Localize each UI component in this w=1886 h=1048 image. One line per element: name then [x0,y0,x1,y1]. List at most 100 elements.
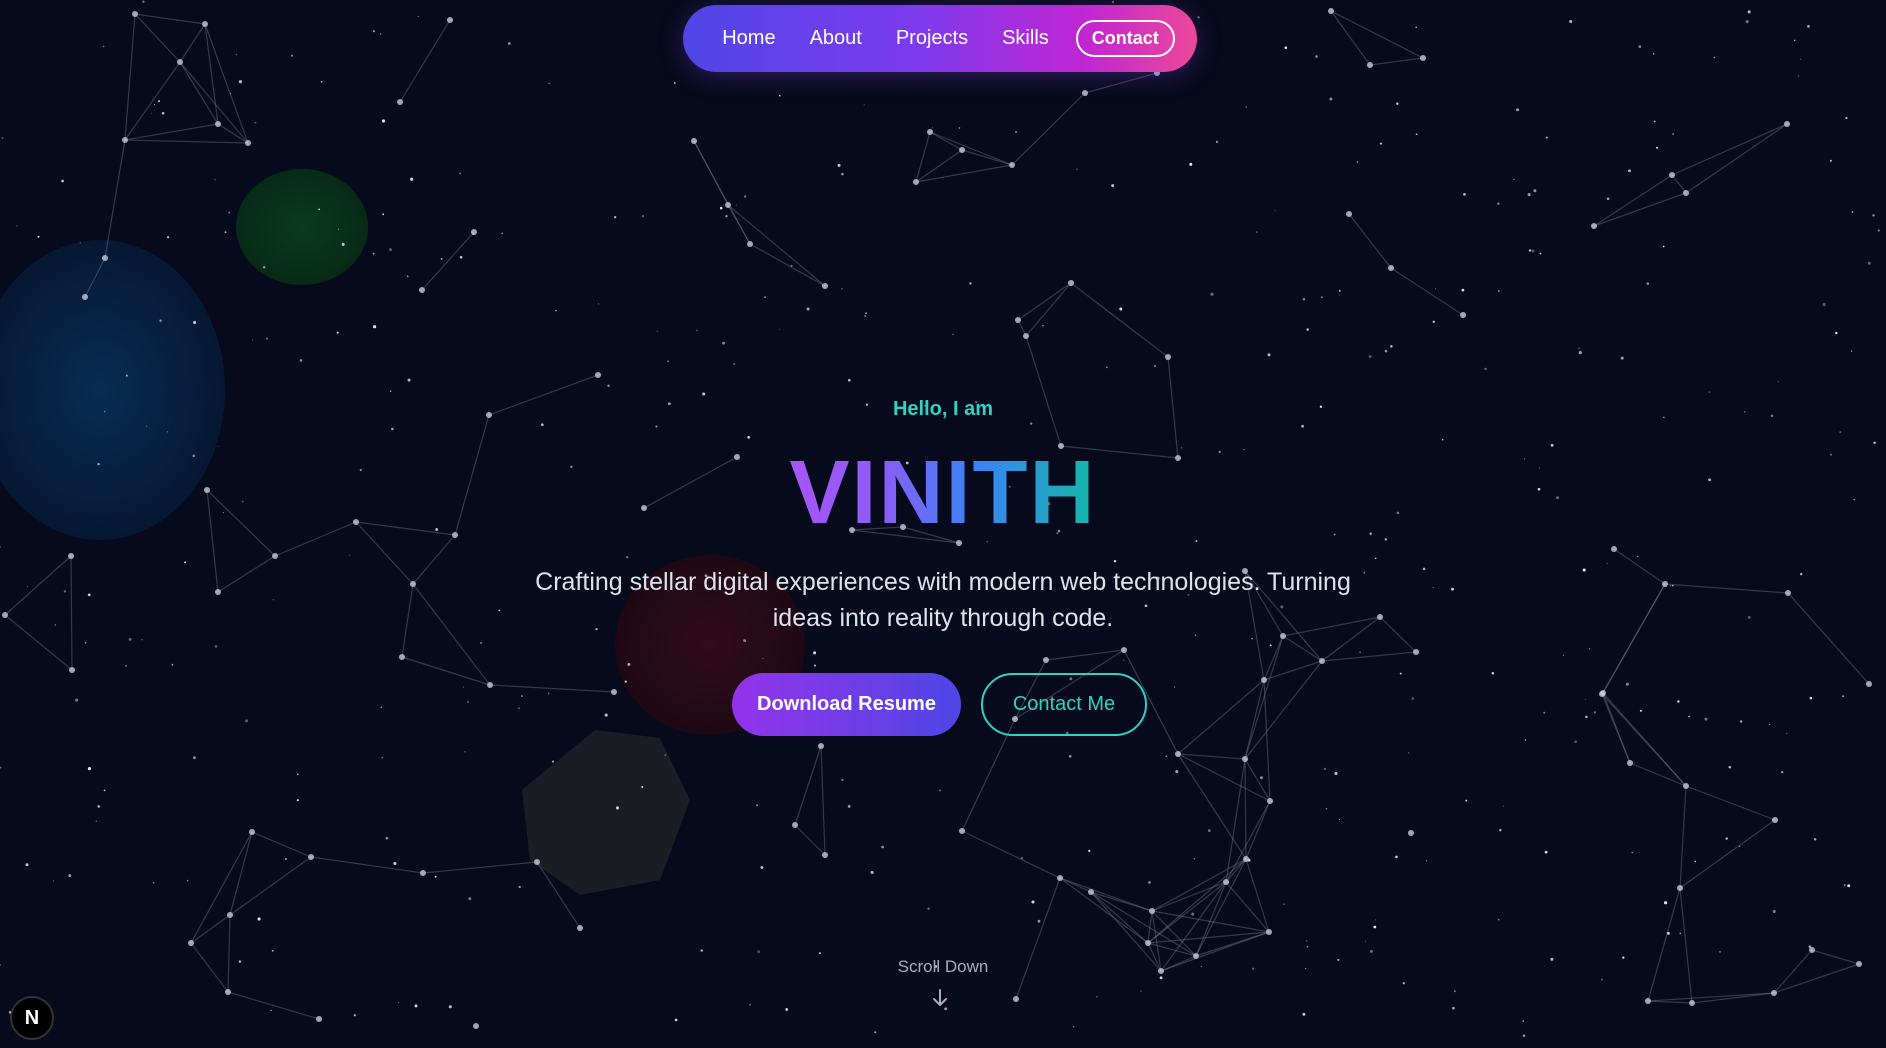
constellation-node [132,11,138,17]
constellation-node [822,852,828,858]
nav-home-link[interactable]: Home [705,27,792,50]
star [1105,366,1108,369]
star [1662,245,1665,248]
contact-me-button[interactable]: Contact Me [981,673,1147,736]
star [615,806,620,810]
star [1800,58,1802,60]
star [265,337,269,340]
nav-skills-link[interactable]: Skills [985,27,1066,50]
star [874,1031,877,1034]
star [1207,829,1211,832]
star [393,861,397,866]
star [26,586,28,588]
constellation-line [1244,758,1247,860]
constellation-node [1088,889,1094,895]
star [1197,16,1200,19]
star [468,897,472,901]
star [1245,106,1247,108]
star [37,235,40,238]
star [16,225,18,227]
nav-projects-link[interactable]: Projects [879,27,985,50]
constellation-node [215,121,221,127]
star [818,952,821,955]
constellation-node [1866,681,1872,687]
star [673,82,676,84]
framework-badge-button[interactable]: N [10,996,54,1040]
constellation-node [1261,677,1267,683]
constellation-line [1679,785,1687,889]
star [624,680,627,683]
constellation-node [69,667,75,673]
star [1844,884,1846,886]
star [125,374,128,377]
scroll-down-label[interactable]: Scroll Down [0,957,1886,977]
constellation-line [1282,635,1323,662]
constellation-line [204,23,219,125]
star [1399,672,1402,675]
star [407,378,411,382]
star [779,329,781,330]
download-resume-button[interactable]: Download Resume [732,673,961,736]
star [1175,770,1179,774]
star [1359,651,1361,653]
constellation-node [1772,817,1778,823]
star [103,45,105,48]
star [1411,697,1415,700]
star [1747,615,1751,619]
star [1688,715,1691,718]
constellation-line [401,656,491,686]
star [865,312,867,314]
star [1432,586,1434,589]
constellation-node [420,870,426,876]
star [1533,189,1537,193]
star [236,54,238,56]
constellation-line [1602,583,1666,694]
constellation-node [534,859,540,865]
star [1368,355,1372,358]
star [548,82,551,85]
constellation-node [308,854,314,860]
constellation-line [1177,679,1265,755]
star [87,593,91,597]
constellation-line [1679,887,1693,1004]
arrow-down-icon[interactable] [930,988,950,1008]
star [598,303,600,305]
constellation-line [134,13,206,25]
constellation-line [727,204,826,287]
constellation-node [1223,879,1229,885]
star [1867,261,1871,265]
constellation-line [1090,891,1197,957]
star [414,1004,418,1008]
constellation-line [217,123,249,144]
star [1189,162,1193,166]
star [336,331,339,334]
star [1851,350,1853,352]
constellation-line [915,131,931,183]
constellation-node [399,654,405,660]
star [184,561,187,564]
star [1719,950,1721,953]
star [1037,919,1041,923]
constellation-node [82,294,88,300]
constellation-line [179,23,206,63]
star [1800,572,1803,576]
star [1574,740,1577,744]
constellation-node [1346,211,1352,217]
star [1745,20,1749,24]
star [1153,364,1157,368]
star [153,103,155,106]
nav-about-link[interactable]: About [793,27,879,50]
star [958,127,961,129]
constellation-line [1177,753,1247,860]
star [1728,765,1732,769]
star [1073,1026,1075,1028]
constellation-node [1023,333,1029,339]
star [1829,159,1832,162]
star [167,431,169,433]
star [217,445,219,447]
constellation-node [1677,885,1683,891]
star [1527,193,1531,197]
star [150,112,152,114]
constellation-line [421,231,475,291]
nav-contact-button[interactable]: Contact [1075,20,1175,57]
